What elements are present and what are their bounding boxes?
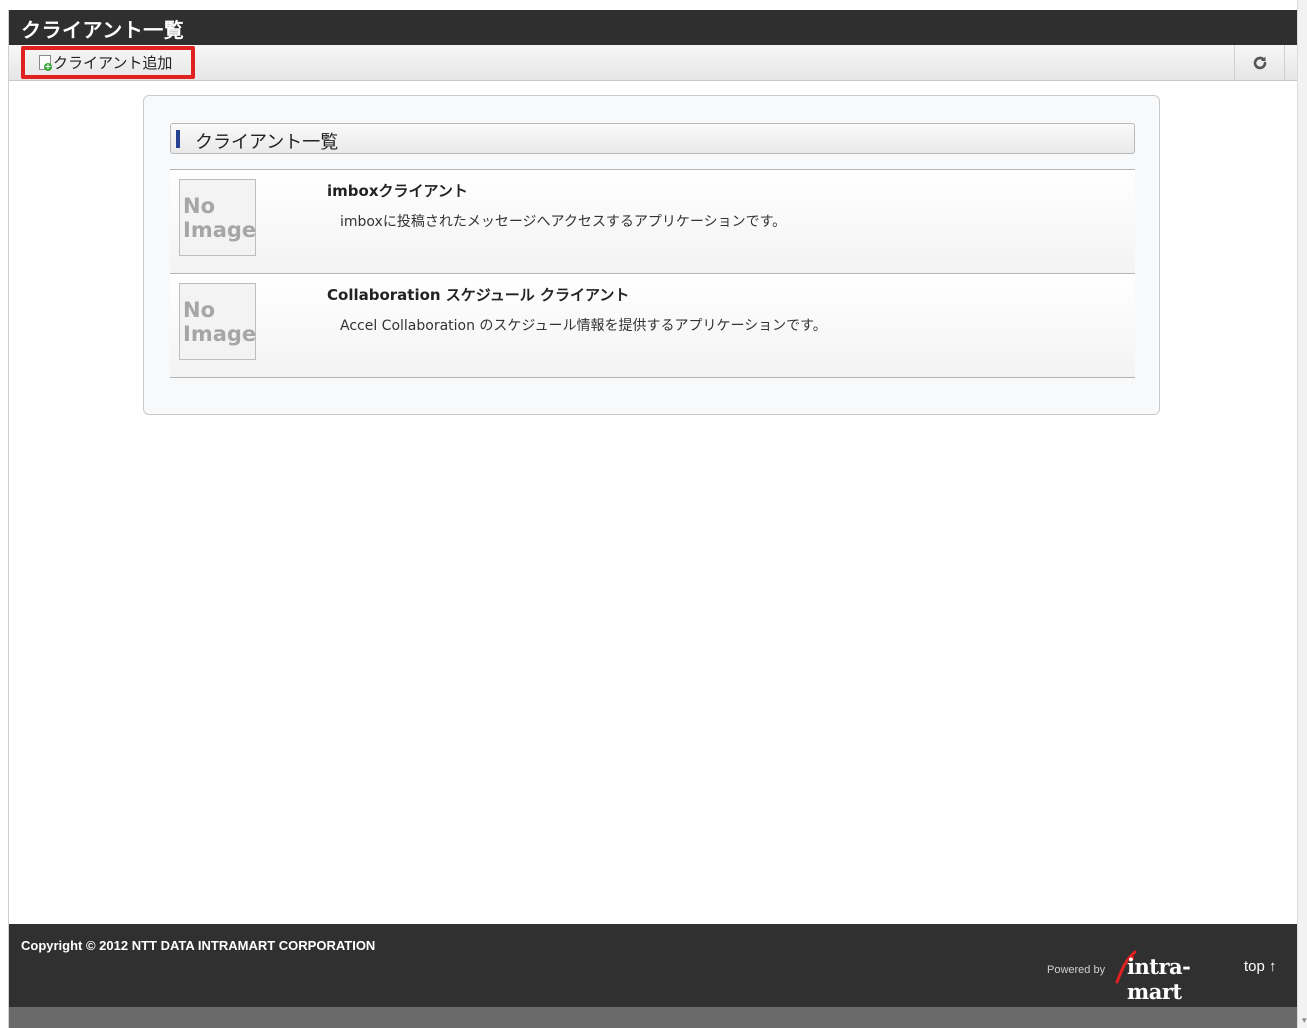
- toolbar: + クライアント追加: [9, 45, 1298, 81]
- copyright-text: Copyright © 2012 NTT DATA INTRAMART CORP…: [21, 938, 376, 953]
- title-bar: クライアント一覧: [9, 10, 1298, 45]
- section-header: クライアント一覧: [170, 123, 1135, 154]
- new-document-icon: +: [39, 55, 52, 71]
- client-row-collaboration-schedule[interactable]: No Image Collaboration スケジュール クライアント Acc…: [170, 274, 1135, 378]
- back-to-top-link[interactable]: top ↑: [1244, 958, 1277, 975]
- client-description: Accel Collaboration のスケジュール情報を提供するアプリケーシ…: [340, 318, 827, 334]
- powered-by-text: Powered by: [1047, 964, 1106, 976]
- client-row-imbox[interactable]: No Image imboxクライアント imboxに投稿されたメッセージへアク…: [170, 170, 1135, 274]
- no-image-thumbnail: No Image: [179, 283, 256, 360]
- client-list-panel: クライアント一覧 No Image imboxクライアント imboxに投稿され…: [143, 95, 1160, 415]
- intra-mart-logo: intra-mart: [1113, 950, 1233, 1004]
- refresh-button[interactable]: [1234, 45, 1285, 80]
- client-name[interactable]: imboxクライアント: [327, 180, 468, 201]
- app-frame: クライアント一覧 + クライアント追加 クライアント一覧 No Image im…: [8, 10, 1298, 1028]
- thumbnail-text-line2: Image: [183, 322, 257, 346]
- vertical-scrollbar[interactable]: ▾: [1297, 0, 1307, 1028]
- client-list: No Image imboxクライアント imboxに投稿されたメッセージへアク…: [170, 169, 1135, 378]
- client-name[interactable]: Collaboration スケジュール クライアント: [327, 284, 629, 305]
- refresh-icon: [1253, 56, 1266, 69]
- intra-mart-brand: intra-mart: [1127, 954, 1191, 1004]
- bottom-strip: [9, 1007, 1298, 1028]
- client-description: imboxに投稿されたメッセージへアクセスするアプリケーションです。: [340, 214, 787, 230]
- thumbnail-text-line1: No: [183, 298, 216, 322]
- thumbnail-text-line1: No: [183, 194, 216, 218]
- thumbnail-text-line2: Image: [183, 218, 257, 242]
- add-client-label: クライアント追加: [53, 54, 173, 72]
- no-image-thumbnail: No Image: [179, 179, 256, 256]
- page-title: クライアント一覧: [21, 18, 185, 42]
- scroll-down-arrow-icon[interactable]: ▾: [1302, 1016, 1307, 1026]
- add-client-button[interactable]: + クライアント追加: [21, 46, 195, 79]
- section-title: クライアント一覧: [195, 132, 339, 153]
- footer: Copyright © 2012 NTT DATA INTRAMART CORP…: [9, 924, 1298, 1007]
- section-accent-bar: [176, 130, 180, 148]
